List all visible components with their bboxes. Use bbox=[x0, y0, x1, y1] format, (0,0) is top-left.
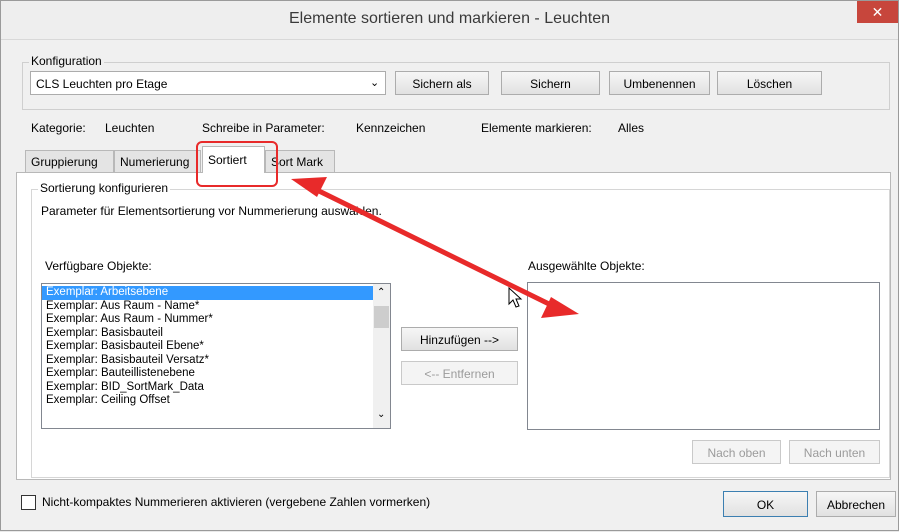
selected-objects-list[interactable] bbox=[527, 282, 880, 430]
move-down-button[interactable]: Nach unten bbox=[789, 440, 880, 464]
scroll-down-icon[interactable]: ⌄ bbox=[377, 409, 385, 420]
title-bar: Elemente sortieren und markieren - Leuch… bbox=[1, 1, 898, 40]
delete-button[interactable]: Löschen bbox=[717, 71, 822, 95]
tab-numerierung[interactable]: Numerierung bbox=[114, 150, 201, 172]
list-item[interactable]: Exemplar: BID_SortMark_Data bbox=[42, 381, 390, 395]
mouse-cursor-icon bbox=[508, 287, 523, 308]
scroll-up-icon[interactable]: ⌃ bbox=[377, 287, 385, 298]
rename-button[interactable]: Umbenennen bbox=[609, 71, 710, 95]
list-item[interactable]: Exemplar: Ceiling Offset bbox=[42, 394, 390, 408]
move-up-button[interactable]: Nach oben bbox=[692, 440, 781, 464]
category-value: Leuchten bbox=[105, 121, 155, 135]
config-select-value: CLS Leuchten pro Etage bbox=[36, 77, 168, 91]
list-item[interactable]: Exemplar: Basisbauteil Ebene* bbox=[42, 340, 390, 354]
save-button[interactable]: Sichern bbox=[501, 71, 600, 95]
list-item[interactable]: Exemplar: Arbeitsebene bbox=[42, 286, 390, 300]
write-param-value: Kennzeichen bbox=[356, 121, 426, 135]
list-item[interactable]: Exemplar: Basisbauteil Versatz* bbox=[42, 354, 390, 368]
save-as-button[interactable]: Sichern als bbox=[395, 71, 489, 95]
scroll-thumb[interactable] bbox=[374, 306, 389, 328]
mark-elements-value: Alles bbox=[618, 121, 645, 135]
mark-elements-label: Elemente markieren: bbox=[481, 121, 592, 135]
ok-button[interactable]: OK bbox=[723, 491, 808, 517]
non-compact-checkbox[interactable] bbox=[21, 495, 36, 510]
window-title: Elemente sortieren und markieren - Leuch… bbox=[288, 10, 611, 27]
chevron-down-icon: ⌄ bbox=[370, 77, 380, 89]
available-objects-label: Verfügbare Objekte: bbox=[45, 259, 152, 273]
config-group-label: Konfiguration bbox=[29, 54, 104, 68]
annotation-highlight-box bbox=[196, 141, 278, 187]
close-icon: ✕ bbox=[871, 4, 884, 20]
tab-gruppierung[interactable]: Gruppierung bbox=[25, 150, 114, 172]
close-button[interactable]: ✕ bbox=[857, 1, 898, 23]
dialog-window: Elemente sortieren und markieren - Leuch… bbox=[0, 0, 899, 531]
cancel-button[interactable]: Abbrechen bbox=[816, 491, 896, 517]
category-label: Kategorie: bbox=[31, 121, 86, 135]
config-select[interactable]: CLS Leuchten pro Etage ⌄ bbox=[30, 71, 386, 95]
list-item[interactable]: Exemplar: Bauteillistenebene bbox=[42, 367, 390, 381]
list-item[interactable]: Exemplar: Aus Raum - Name* bbox=[42, 300, 390, 314]
list-item[interactable]: Exemplar: Basisbauteil bbox=[42, 327, 390, 341]
description-text: Parameter für Elementsortierung vor Numm… bbox=[41, 204, 382, 218]
sort-config-group-label: Sortierung konfigurieren bbox=[38, 181, 171, 195]
add-button[interactable]: Hinzufügen --> bbox=[401, 327, 518, 351]
non-compact-checkbox-label: Nicht-kompaktes Nummerieren aktivieren (… bbox=[42, 495, 431, 509]
available-objects-list[interactable]: Exemplar: Arbeitsebene Exemplar: Aus Rau… bbox=[41, 283, 391, 429]
list-scrollbar[interactable]: ⌃ ⌄ bbox=[373, 284, 390, 428]
list-item[interactable]: Exemplar: Aus Raum - Nummer* bbox=[42, 313, 390, 327]
selected-objects-label: Ausgewählte Objekte: bbox=[528, 259, 645, 273]
remove-button[interactable]: <-- Entfernen bbox=[401, 361, 518, 385]
write-param-label: Schreibe in Parameter: bbox=[202, 121, 325, 135]
